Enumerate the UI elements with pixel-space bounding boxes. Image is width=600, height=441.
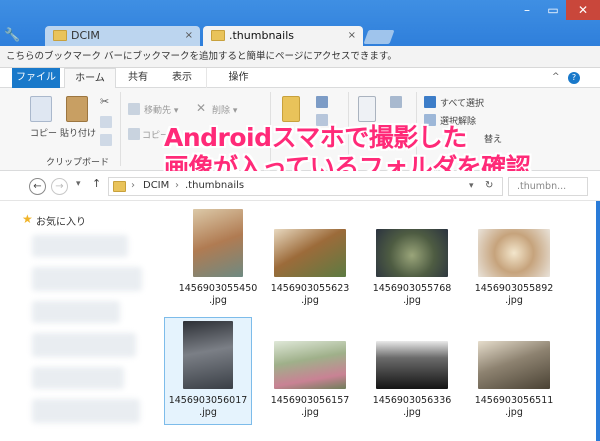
refresh-icon[interactable]: ↻	[485, 180, 493, 191]
file-extension: .jpg	[301, 295, 319, 306]
clipboard-group-label: クリップボード	[46, 158, 110, 168]
crumb-separator[interactable]: ›	[131, 180, 135, 191]
recent-locations-dropdown[interactable]: ▾	[76, 179, 81, 189]
new-item-icon[interactable]	[316, 96, 328, 108]
blurred-nav-item	[32, 267, 142, 291]
blurred-nav-item	[32, 301, 120, 323]
window-border	[596, 201, 600, 441]
file-item[interactable]: 1456903056157 .jpg	[266, 317, 354, 419]
navigation-pane: ★ お気に入り	[0, 201, 158, 441]
nav-favorites[interactable]: お気に入り	[36, 213, 86, 228]
forward-button[interactable]: →	[51, 178, 68, 195]
delete-button[interactable]: 削除 ▾	[212, 103, 237, 116]
file-extension: .jpg	[505, 295, 523, 306]
file-item[interactable]: 1456903055892 .jpg	[470, 209, 558, 307]
file-item[interactable]: 1456903056336 .jpg	[368, 317, 456, 419]
file-list: 1456903055450 .jpg 1456903055623 .jpg 14…	[158, 201, 600, 441]
minimize-button[interactable]: –	[514, 0, 540, 20]
blurred-nav-item	[32, 399, 140, 423]
maximize-button[interactable]: ▭	[540, 0, 566, 20]
file-extension: .jpg	[199, 407, 217, 418]
file-name: 1456903055892	[474, 283, 554, 294]
back-button[interactable]: ←	[29, 178, 46, 195]
search-input[interactable]: .thumbn...	[508, 177, 588, 196]
copy-button-label[interactable]: コピー	[30, 126, 57, 139]
blurred-nav-item	[32, 333, 136, 357]
crumb-thumbnails[interactable]: .thumbnails	[185, 180, 244, 191]
address-row: ← → ▾ ↑ › DCIM › .thumbnails ▾ ↻ .thumbn…	[0, 171, 600, 201]
address-input[interactable]: › DCIM › .thumbnails ▾ ↻	[108, 177, 503, 196]
crumb-dcim[interactable]: DCIM	[143, 180, 169, 191]
file-extension: .jpg	[505, 407, 523, 418]
thumbnail-image	[274, 229, 346, 277]
file-name: 1456903055450	[178, 283, 258, 294]
tab-share[interactable]: 共有	[118, 68, 158, 88]
tab-label: .thumbnails	[229, 29, 295, 42]
thumbnail-image	[193, 209, 243, 277]
ribbon-tabs: ファイル ホーム 共有 表示 操作 ^ ?	[0, 68, 600, 89]
address-dropdown[interactable]: ▾	[469, 181, 474, 191]
bookmark-bar-text: こちらのブックマーク バーにブックマークを追加すると簡単にページにアクセスできま…	[6, 51, 397, 62]
file-item[interactable]: 1456903055768 .jpg	[368, 209, 456, 307]
close-icon[interactable]: ×	[185, 26, 193, 46]
file-name: 1456903056336	[372, 395, 452, 406]
tab-thumbnails[interactable]: .thumbnails ×	[203, 26, 363, 46]
blurred-nav-item	[32, 235, 128, 257]
up-button[interactable]: ↑	[92, 177, 101, 190]
tab-dcim[interactable]: DCIM ×	[45, 26, 200, 46]
tab-file[interactable]: ファイル	[12, 68, 60, 88]
tab-manage[interactable]: 操作	[206, 68, 270, 88]
tab-home[interactable]: ホーム	[64, 68, 116, 89]
folder-icon	[113, 181, 126, 192]
select-all-icon[interactable]	[424, 96, 436, 108]
thumbnail-image	[376, 341, 448, 389]
crumb-separator[interactable]: ›	[175, 180, 179, 191]
file-item[interactable]: 1456903055623 .jpg	[266, 209, 354, 307]
paste-button-label[interactable]: 貼り付け	[60, 126, 96, 139]
open-icon[interactable]	[390, 96, 402, 108]
copy-icon[interactable]	[30, 96, 52, 122]
thumbnail-image	[478, 229, 550, 277]
file-extension: .jpg	[403, 295, 421, 306]
file-item[interactable]: 1456903055450 .jpg	[174, 209, 262, 307]
thumbnail-image	[274, 341, 346, 389]
file-name: 1456903056017	[168, 395, 248, 406]
tab-view[interactable]: 表示	[160, 68, 204, 88]
paste-icon[interactable]	[66, 96, 88, 122]
copy-path-icon[interactable]	[100, 116, 112, 128]
file-name: 1456903055768	[372, 283, 452, 294]
collapse-ribbon-icon[interactable]: ^	[552, 72, 560, 82]
invert-selection-button[interactable]: 替え	[484, 132, 502, 145]
star-icon: ★	[22, 212, 33, 226]
blurred-nav-item	[32, 367, 124, 389]
close-icon[interactable]: ×	[348, 26, 356, 46]
new-tab-button[interactable]	[363, 30, 395, 44]
file-item[interactable]: 1456903056511 .jpg	[470, 317, 558, 419]
bookmark-bar: こちらのブックマーク バーにブックマークを追加すると簡単にページにアクセスできま…	[0, 46, 600, 68]
file-name: 1456903056511	[474, 395, 554, 406]
folder-icon	[211, 30, 225, 41]
select-all-button[interactable]: すべて選択	[440, 96, 484, 109]
copy-to-icon[interactable]	[128, 128, 140, 140]
tab-label: DCIM	[71, 29, 100, 42]
file-extension: .jpg	[403, 407, 421, 418]
file-name: 1456903056157	[270, 395, 350, 406]
help-icon[interactable]: ?	[568, 72, 580, 84]
file-extension: .jpg	[209, 295, 227, 306]
file-item-selected[interactable]: 1456903056017 .jpg	[164, 317, 252, 425]
group-divider	[120, 92, 121, 166]
file-name: 1456903055623	[270, 283, 350, 294]
file-extension: .jpg	[301, 407, 319, 418]
move-to-icon[interactable]	[128, 103, 140, 115]
thumbnail-image	[183, 321, 233, 389]
move-to-button[interactable]: 移動先 ▾	[144, 103, 178, 116]
thumbnail-image	[478, 341, 550, 389]
delete-icon[interactable]: ✕	[196, 102, 208, 114]
folder-icon	[53, 30, 67, 41]
paste-shortcut-icon[interactable]	[100, 134, 112, 146]
thumbnail-image	[376, 229, 448, 277]
wrench-icon[interactable]: 🔧	[4, 28, 20, 44]
close-window-button[interactable]: ✕	[566, 0, 600, 20]
cut-icon[interactable]: ✂	[100, 96, 112, 108]
